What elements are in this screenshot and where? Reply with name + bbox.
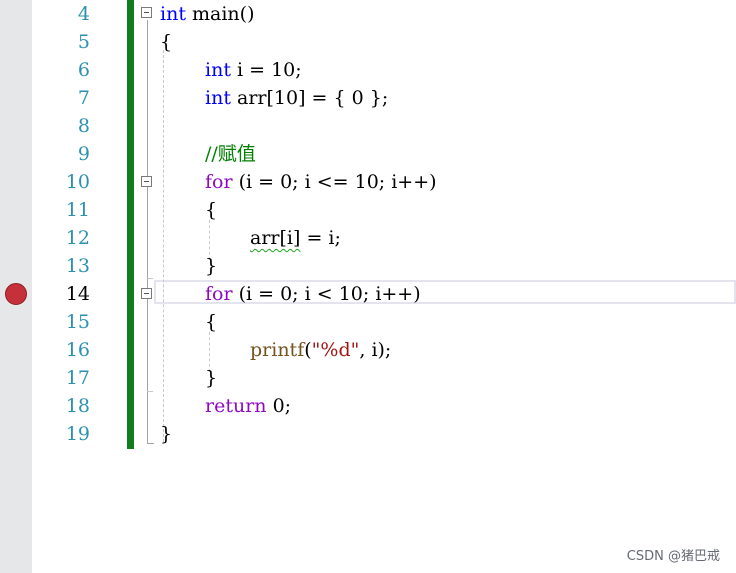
code-line[interactable]: 19 }: [0, 420, 736, 448]
code-token: = i;: [300, 227, 341, 249]
keyword-token: int: [205, 59, 231, 81]
line-number: 4: [77, 3, 90, 25]
code-line[interactable]: 12 arr[i] = i;: [0, 224, 736, 252]
code-line[interactable]: 15 {: [0, 308, 736, 336]
code-line[interactable]: 8: [0, 112, 736, 140]
line-number: 12: [65, 227, 90, 249]
comment-token: //赋值: [205, 143, 256, 165]
warning-squiggle[interactable]: arr[i]: [250, 227, 300, 249]
keyword-token: int: [160, 3, 186, 25]
control-keyword-token: return: [205, 395, 267, 417]
line-number: 10: [65, 171, 90, 193]
code-line[interactable]: 11 {: [0, 196, 736, 224]
code-text: int main(): [160, 0, 254, 28]
control-keyword-token: for: [205, 171, 233, 193]
line-number: 11: [65, 199, 90, 221]
watermark: CSDN @猪巴戒: [626, 549, 720, 564]
code-line[interactable]: 10 for (i = 0; i <= 10; i++): [0, 168, 736, 196]
line-number: 13: [65, 255, 90, 277]
code-line[interactable]: 4 int main(): [0, 0, 736, 28]
code-line[interactable]: 7 int arr[10] = { 0 };: [0, 84, 736, 112]
code-token: i = 10;: [230, 59, 302, 81]
line-number: 6: [77, 59, 90, 81]
code-text: }: [160, 423, 173, 445]
code-line[interactable]: 5 {: [0, 28, 736, 56]
code-text: arr[i] = i;: [250, 224, 341, 252]
line-number: 18: [65, 395, 90, 417]
line-number: 9: [77, 143, 90, 165]
code-text: for (i = 0; i < 10; i++): [205, 280, 421, 308]
keyword-token: int: [205, 87, 231, 109]
function-token: printf: [250, 339, 305, 361]
line-number: 16: [65, 339, 90, 361]
line-number: 17: [65, 367, 90, 389]
line-number: 7: [77, 87, 90, 109]
code-line[interactable]: 13 }: [0, 252, 736, 280]
code-text: {: [205, 311, 218, 333]
code-text: int i = 10;: [205, 56, 302, 84]
line-number: 19: [65, 423, 90, 445]
line-number: 14: [65, 283, 90, 305]
control-keyword-token: for: [205, 283, 233, 305]
code-line[interactable]: 6 int i = 10;: [0, 56, 736, 84]
code-text: }: [205, 367, 218, 389]
code-line[interactable]: 14 for (i = 0; i < 10; i++): [0, 280, 736, 308]
line-number: 8: [77, 115, 90, 137]
code-text: {: [160, 31, 173, 53]
code-text: return 0;: [205, 392, 291, 420]
line-number: 5: [77, 31, 90, 53]
code-text: printf("%d", i);: [250, 336, 391, 364]
code-token: main(): [185, 3, 255, 25]
code-token: arr[10] = { 0 };: [230, 87, 389, 109]
code-text: }: [205, 255, 218, 277]
code-token: , i);: [359, 339, 392, 361]
code-token: (: [304, 339, 312, 361]
code-line[interactable]: 18 return 0;: [0, 392, 736, 420]
code-token: (i = 0; i < 10; i++): [232, 283, 421, 305]
code-line[interactable]: 17 }: [0, 364, 736, 392]
code-text: for (i = 0; i <= 10; i++): [205, 168, 437, 196]
code-line[interactable]: 16 printf("%d", i);: [0, 336, 736, 364]
code-token: (i = 0; i <= 10; i++): [232, 171, 437, 193]
line-number: 15: [65, 311, 90, 333]
code-text: {: [205, 199, 218, 221]
string-token: "%d": [311, 339, 360, 361]
code-text: int arr[10] = { 0 };: [205, 84, 388, 112]
code-line[interactable]: 9 //赋值: [0, 140, 736, 168]
code-token: 0;: [266, 395, 292, 417]
